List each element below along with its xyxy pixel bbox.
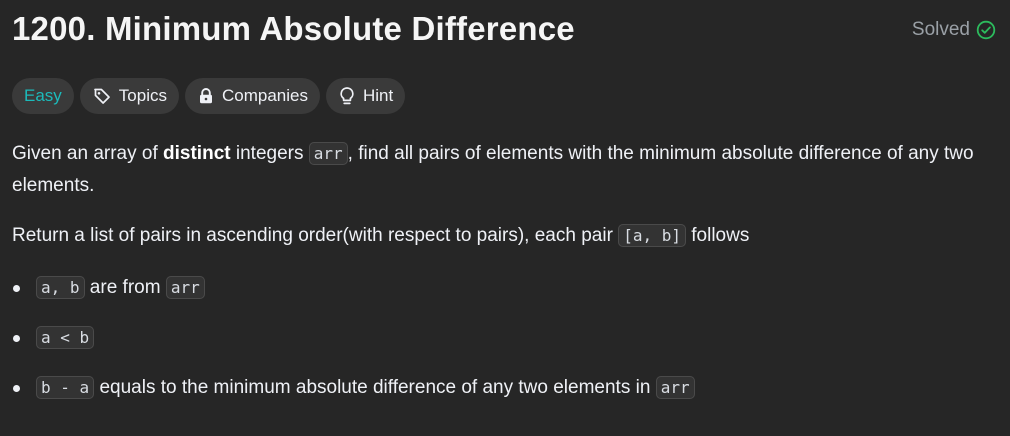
solved-status: Solved [912,19,996,41]
difficulty-label: Easy [24,86,62,105]
bullet-dot [13,335,20,342]
difficulty-badge: Easy [12,78,74,114]
tag-icon [92,86,112,106]
inline-code: a, b [36,276,85,299]
inline-code: arr [165,276,205,299]
lightbulb-icon [338,86,356,106]
lock-icon [197,87,215,105]
check-circle-icon [976,20,996,40]
list-item: b - a equals to the minimum absolute dif… [12,372,1002,404]
constraints-list: a, b are from arr a < b b - a equals to … [12,272,1002,404]
problem-header: 1200. Minimum Absolute Difference Solved [12,10,998,54]
problem-title: 1200. Minimum Absolute Difference [12,10,575,47]
bullet-dot [13,385,20,392]
solved-label: Solved [911,19,970,40]
list-item: a < b [12,322,1002,354]
list-item: a, b are from arr [12,272,1002,304]
hint-button[interactable]: Hint [325,78,406,114]
inline-code: [a, b] [618,224,686,247]
topics-label: Topics [118,86,167,105]
description-paragraph-2: Return a list of pairs in ascending orde… [12,224,750,247]
inline-code: b - a [36,376,95,399]
inline-code: a < b [36,326,95,349]
hint-label: Hint [362,86,394,105]
tag-bar: Easy Topics Companies Hint [12,78,406,114]
companies-button[interactable]: Companies [184,78,320,114]
inline-code: arr [655,376,695,399]
topics-button[interactable]: Topics [79,78,179,114]
inline-code: arr [308,142,348,165]
description-paragraph-1: Given an array of distinct integers arr,… [12,142,974,196]
problem-description: Given an array of distinct integers arr,… [12,138,1002,422]
companies-label: Companies [221,86,308,105]
bullet-dot [13,285,20,292]
bold-text: distinct [163,143,231,164]
